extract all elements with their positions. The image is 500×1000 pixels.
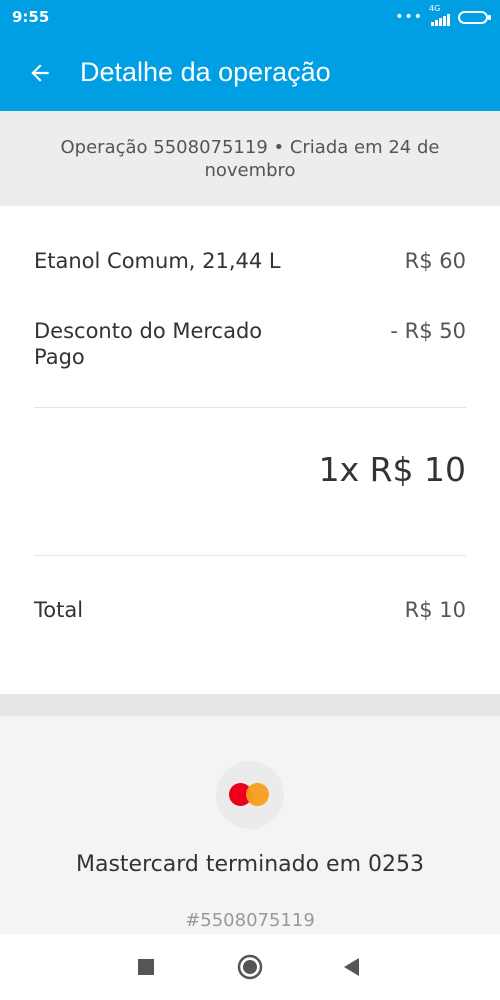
recents-square-icon — [138, 959, 154, 975]
payment-card-label: Mastercard terminado em 0253 — [76, 852, 424, 877]
line-item-amount: - R$ 50 — [390, 319, 466, 343]
line-item-label: Desconto do Mercado Pago — [34, 319, 263, 369]
recents-button[interactable] — [116, 934, 176, 1000]
home-button[interactable] — [220, 934, 280, 1000]
divider — [34, 407, 466, 408]
mastercard-icon — [216, 761, 284, 829]
status-time: 9:55 — [12, 8, 50, 26]
line-item: Desconto do Mercado Pago - R$ 50 — [34, 318, 466, 370]
more-dots-icon: ••• — [395, 9, 423, 25]
status-icons: ••• 4G — [395, 4, 491, 26]
arrow-left-icon — [31, 63, 49, 82]
total-row: Total R$ 10 — [34, 597, 466, 623]
line-item-label: Etanol Comum, 21,44 L — [34, 249, 281, 273]
total-label: Total — [34, 598, 84, 622]
back-nav-button[interactable] — [322, 934, 382, 1000]
summary-card: Etanol Comum, 21,44 L R$ 60 Desconto do … — [0, 206, 500, 694]
status-bar: 9:55 ••• 4G — [0, 0, 500, 34]
total-amount: R$ 10 — [404, 598, 466, 622]
home-circle-icon — [237, 954, 263, 980]
divider — [34, 555, 466, 556]
system-nav-bar — [0, 934, 500, 1000]
back-triangle-icon — [344, 958, 359, 976]
payment-section: Mastercard terminado em 0253 #5508075119 — [0, 716, 500, 934]
operation-info: Operação 5508075119 • Criada em 24 de no… — [0, 111, 500, 206]
operation-info-text: Operação 5508075119 • Criada em 24 de no… — [60, 136, 440, 181]
back-button[interactable] — [0, 34, 80, 111]
app-bar: Detalhe da operação — [0, 34, 500, 111]
page-title: Detalhe da operação — [80, 57, 331, 87]
network-type-label: 4G — [429, 4, 441, 13]
signal-icon: 4G — [429, 4, 450, 26]
section-gap — [0, 694, 500, 716]
quantity-total: 1x R$ 10 — [318, 450, 466, 489]
battery-icon — [458, 10, 491, 24]
line-item: Etanol Comum, 21,44 L R$ 60 — [34, 248, 466, 274]
operation-number: #5508075119 — [185, 910, 315, 931]
line-item-amount: R$ 60 — [404, 249, 466, 273]
